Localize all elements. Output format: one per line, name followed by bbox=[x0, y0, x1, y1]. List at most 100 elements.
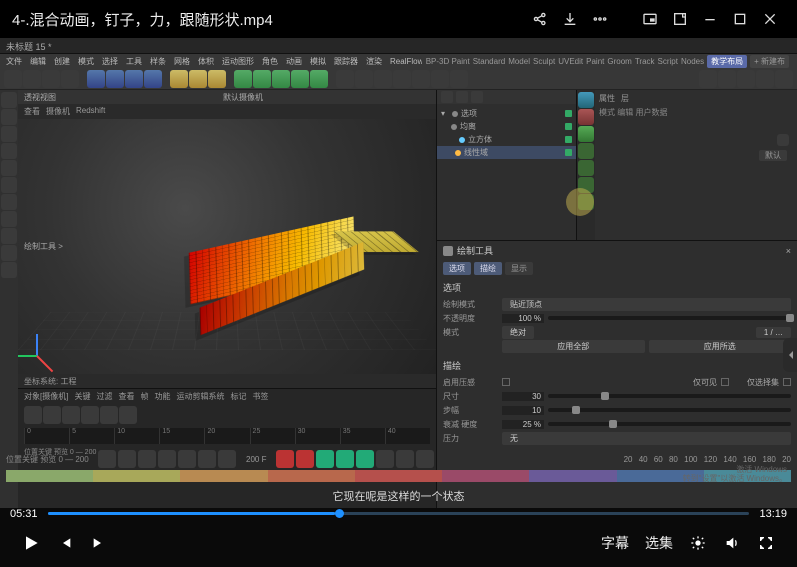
video-content[interactable]: 未标题 15 * 文件 编辑 创建 模式 选择 工具 样条 网格 体积 运动图形… bbox=[0, 38, 797, 508]
tool-icon bbox=[775, 70, 793, 88]
attr-label: 模式 bbox=[443, 327, 498, 338]
tool-icon bbox=[272, 70, 290, 88]
attr-row: 启用压感 仅可见 仅选择集 bbox=[443, 375, 791, 389]
takes-tab: 层 bbox=[621, 93, 629, 104]
mode-icon bbox=[1, 211, 17, 227]
next-episode-button[interactable] bbox=[82, 526, 116, 560]
slider bbox=[548, 408, 791, 412]
attr-label: 压力 bbox=[443, 433, 498, 444]
player-progress-row: 05:31 13:19 bbox=[0, 508, 797, 519]
attr-label: 衰减 硬度 bbox=[443, 419, 498, 430]
pip-icon[interactable] bbox=[635, 4, 665, 34]
menu-item: 文件 bbox=[6, 56, 22, 67]
tree-label: 选项 bbox=[461, 108, 477, 119]
menu-item: 跟踪器 bbox=[334, 56, 358, 67]
layout-tab: Paint bbox=[586, 57, 604, 66]
play-button[interactable] bbox=[14, 526, 48, 560]
player-controls: 字幕 选集 bbox=[0, 519, 797, 567]
sidebar-expand-handle[interactable] bbox=[783, 338, 797, 372]
subtitle-button[interactable]: 字幕 bbox=[593, 533, 637, 553]
attr-value: 100 % bbox=[502, 314, 544, 323]
attr-label: 不透明度 bbox=[443, 313, 498, 324]
tag-icon bbox=[578, 177, 594, 193]
viewport-camera: 默认摄像机 bbox=[223, 92, 263, 103]
windows-watermark: 激活 Windows 转到"设置"以激活 Windows。 bbox=[683, 465, 787, 484]
menu-item: 工具 bbox=[126, 56, 142, 67]
tick: 0 bbox=[24, 428, 69, 444]
takes-menu: 模式 编辑 用户数据 bbox=[599, 105, 793, 118]
mode-icon bbox=[1, 143, 17, 159]
attr-label: 仅可见 bbox=[693, 377, 717, 388]
attr-row: 衰减 硬度 25 % bbox=[443, 417, 791, 431]
minimize-icon[interactable] bbox=[695, 4, 725, 34]
attr-section: 选项 bbox=[437, 277, 797, 295]
menu-item: 体积 bbox=[198, 56, 214, 67]
tool-icon bbox=[144, 70, 162, 88]
more-icon[interactable] bbox=[585, 4, 615, 34]
tool-icon bbox=[355, 70, 373, 88]
lower-tabs: 对象[摄像机] 关键 过滤 查看 帧 功能 运动剪辑系统 标记 书签 bbox=[18, 389, 436, 404]
light-icon bbox=[578, 109, 594, 125]
close-icon[interactable] bbox=[755, 4, 785, 34]
attr-row: 压力 无 bbox=[443, 431, 791, 445]
slider bbox=[548, 394, 791, 398]
tool-icon bbox=[253, 70, 271, 88]
checkbox bbox=[721, 378, 729, 386]
vp-tab: 查看 bbox=[24, 106, 40, 117]
viewport-label: 透视视图 bbox=[24, 92, 56, 103]
tool-icon bbox=[125, 70, 143, 88]
tick: 40 bbox=[385, 428, 430, 444]
share-icon[interactable] bbox=[525, 4, 555, 34]
seek-bar[interactable] bbox=[48, 512, 750, 515]
layout-tab: Groom bbox=[607, 57, 631, 66]
tool-icon bbox=[756, 70, 774, 88]
lower-tab: 功能 bbox=[154, 391, 170, 402]
paint-tool-icon bbox=[443, 246, 453, 256]
coord-system-label: 坐标系统: 工程 bbox=[24, 376, 76, 387]
layout-tab: Standard bbox=[473, 57, 505, 66]
menu-item: 模式 bbox=[78, 56, 94, 67]
checkbox bbox=[502, 378, 510, 386]
default-button: 默认 bbox=[759, 150, 787, 161]
tool-icon bbox=[291, 70, 309, 88]
tool-icon bbox=[412, 70, 430, 88]
tool-icon bbox=[87, 70, 105, 88]
mode-a: 绝对 bbox=[502, 326, 534, 339]
fullscreen-button[interactable] bbox=[749, 526, 783, 560]
watermark-line: 转到"设置"以激活 Windows。 bbox=[683, 474, 787, 483]
volume-button[interactable] bbox=[715, 526, 749, 560]
menu-item: RealFlow bbox=[390, 57, 423, 66]
mini-mode-icon[interactable] bbox=[665, 4, 695, 34]
seek-thumb[interactable] bbox=[335, 509, 344, 518]
c4d-takes: 属性 层 模式 编辑 用户数据 默认 bbox=[595, 90, 797, 240]
tool-icon bbox=[737, 70, 755, 88]
prev-episode-button[interactable] bbox=[48, 526, 82, 560]
episodes-button[interactable]: 选集 bbox=[637, 533, 681, 553]
download-icon[interactable] bbox=[555, 4, 585, 34]
filter-icon bbox=[456, 91, 468, 103]
player-titlebar: 4-.混合动画，钉子，力，跟随形状.mp4 bbox=[0, 0, 797, 38]
checkbox bbox=[783, 378, 791, 386]
maximize-icon[interactable] bbox=[725, 4, 755, 34]
dropdown: 无 bbox=[502, 432, 791, 445]
attr-tab: 描绘 bbox=[474, 262, 502, 275]
layout-tab: BP-3D Paint bbox=[426, 57, 470, 66]
mode-icon bbox=[1, 109, 17, 125]
tool-icon bbox=[23, 70, 41, 88]
settings-button[interactable] bbox=[681, 526, 715, 560]
attr-row: 绘制模式 贴近顶点 bbox=[443, 297, 791, 311]
attr-label: 绘制模式 bbox=[443, 299, 498, 310]
attr-row: 不透明度 100 % bbox=[443, 311, 791, 325]
attr-title-text: 绘制工具 bbox=[457, 244, 493, 257]
dope-icon bbox=[119, 406, 137, 424]
tree-label: 均离 bbox=[460, 121, 476, 132]
layout-new: + 新建布 bbox=[750, 55, 789, 68]
tree-row: ▾ 选项 bbox=[441, 107, 572, 120]
cube-icon bbox=[459, 137, 465, 143]
menu-item: 渲染 bbox=[366, 56, 382, 67]
attr-value: 10 bbox=[502, 406, 544, 415]
menu-item: 创建 bbox=[54, 56, 70, 67]
tool-icon bbox=[699, 70, 717, 88]
dope-icon bbox=[81, 406, 99, 424]
video-title: 4-.混合动画，钉子，力，跟随形状.mp4 bbox=[12, 9, 525, 30]
